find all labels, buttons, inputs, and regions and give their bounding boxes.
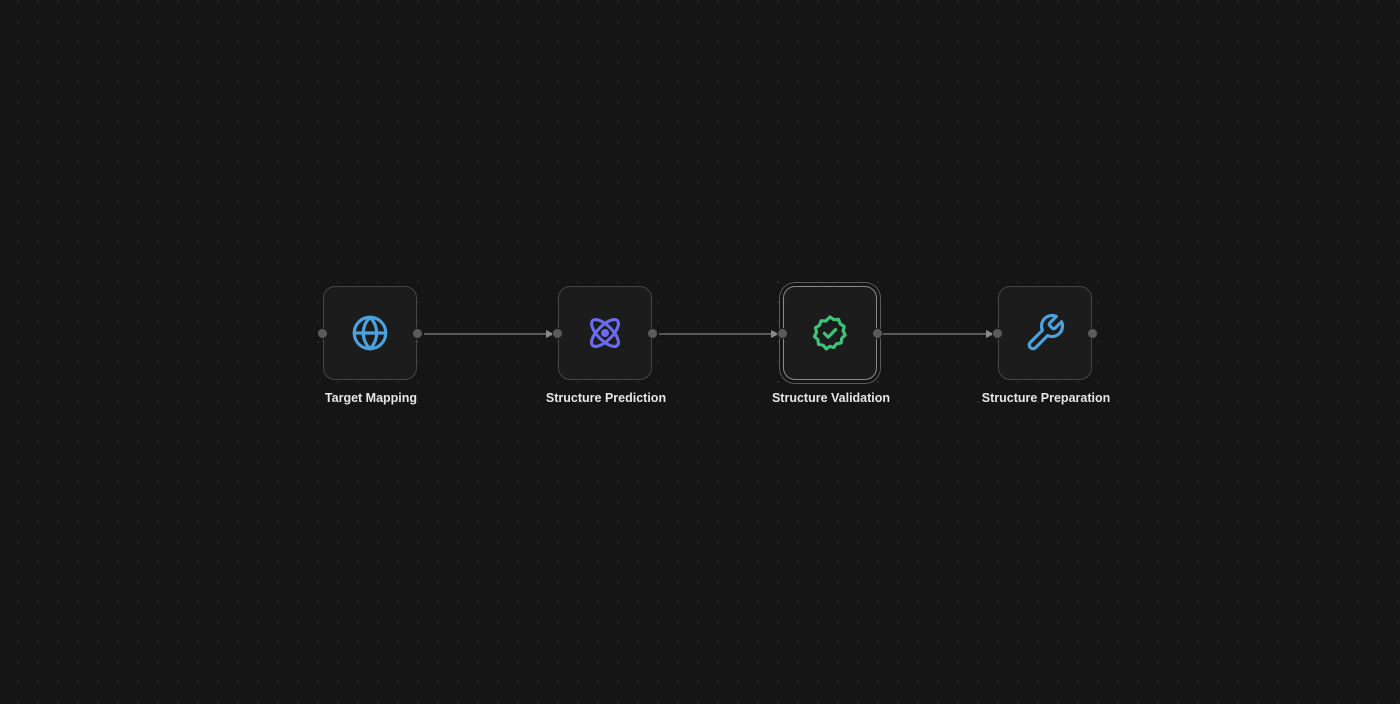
input-handle[interactable] [552,328,563,339]
node-structure-prediction[interactable]: Structure Prediction [546,286,666,405]
output-handle[interactable] [412,328,423,339]
atom-icon [590,318,620,348]
input-handle[interactable] [992,328,1003,339]
wrench-icon [1027,313,1065,351]
node-structure-validation[interactable]: Structure Validation [772,286,890,405]
node-target-mapping[interactable]: Target Mapping [317,286,423,405]
workflow-canvas[interactable]: Target Mapping Structure Prediction Stru… [0,0,1400,704]
input-handle[interactable] [317,328,328,339]
badge-check-icon [812,315,847,351]
node-card[interactable] [783,286,877,380]
output-handle[interactable] [1087,328,1098,339]
edge-layer [424,330,994,338]
node-structure-preparation[interactable]: Structure Preparation [982,286,1110,405]
output-handle[interactable] [647,328,658,339]
node-card[interactable] [558,286,652,380]
output-handle[interactable] [872,328,883,339]
input-handle[interactable] [777,328,788,339]
node-label: Structure Prediction [545,391,667,405]
globe-icon [352,315,388,351]
node-label: Structure Validation [771,391,891,405]
node-label: Structure Preparation [981,391,1111,405]
node-card[interactable] [998,286,1092,380]
node-card[interactable] [323,286,417,380]
node-label: Target Mapping [324,391,418,405]
